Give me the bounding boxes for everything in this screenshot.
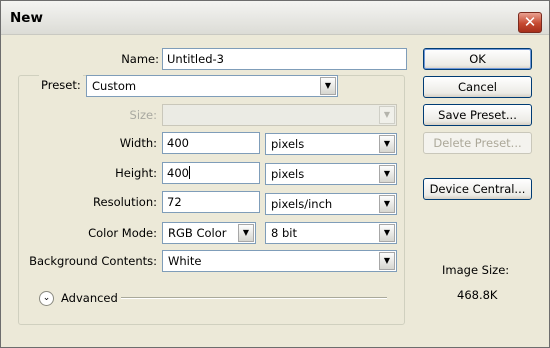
- preset-select[interactable]: Custom ▼: [86, 75, 338, 97]
- chevron-down-icon: ▼: [379, 224, 395, 242]
- height-unit-select[interactable]: pixels ▼: [265, 163, 397, 185]
- color-mode-label: Color Mode:: [88, 226, 157, 240]
- text-caret: [188, 166, 190, 179]
- chevron-down-icon: ▼: [379, 135, 395, 153]
- title-bar[interactable]: New ✕: [1, 1, 549, 35]
- height-input-value: 400: [167, 166, 189, 180]
- chevron-down-icon: ▼: [379, 252, 395, 270]
- delete-preset-button: Delete Preset...: [423, 132, 532, 154]
- advanced-toggle[interactable]: Advanced: [61, 289, 118, 307]
- chevron-down-icon: ▼: [379, 106, 395, 124]
- name-label: Name:: [121, 52, 159, 66]
- save-preset-button[interactable]: Save Preset...: [423, 104, 532, 126]
- chevron-down-icon: ▼: [379, 165, 395, 183]
- chevron-down-icon: ▼: [379, 195, 395, 213]
- double-chevron-down-icon[interactable]: ⌄: [39, 291, 54, 306]
- size-label: Size:: [129, 108, 157, 122]
- bit-depth-value: 8 bit: [271, 226, 297, 240]
- chevron-down-icon: ▼: [320, 77, 336, 95]
- close-icon: ✕: [523, 13, 537, 31]
- preset-label: Preset:: [41, 78, 81, 92]
- height-input[interactable]: 400: [162, 162, 260, 184]
- bit-depth-select[interactable]: 8 bit ▼: [265, 222, 397, 244]
- width-label: Width:: [119, 136, 157, 150]
- resolution-unit-value: pixels/inch: [271, 197, 333, 211]
- preset-label-wrap: Preset:: [39, 74, 83, 96]
- device-central-button[interactable]: Device Central...: [423, 178, 532, 200]
- chevron-down-icon: ▼: [238, 224, 254, 242]
- ok-button[interactable]: OK: [423, 48, 532, 70]
- height-unit-value: pixels: [271, 167, 305, 181]
- image-size-value: 468.8K: [457, 288, 498, 302]
- preset-select-value: Custom: [92, 79, 137, 93]
- resolution-unit-select[interactable]: pixels/inch ▼: [265, 193, 397, 215]
- new-document-dialog: New ✕ Name: Untitled-3 Preset: Custom ▼ …: [0, 0, 550, 348]
- size-select: ▼: [162, 104, 397, 126]
- name-input[interactable]: Untitled-3: [162, 48, 407, 70]
- cancel-button[interactable]: Cancel: [423, 76, 532, 98]
- close-button[interactable]: ✕: [518, 12, 542, 33]
- color-mode-value: RGB Color: [168, 226, 227, 240]
- background-contents-value: White: [168, 254, 202, 268]
- width-unit-select[interactable]: pixels ▼: [265, 133, 397, 155]
- width-input[interactable]: 400: [162, 132, 260, 154]
- color-mode-select[interactable]: RGB Color ▼: [162, 222, 256, 244]
- background-contents-label: Background Contents:: [29, 254, 157, 268]
- image-size-label: Image Size:: [442, 263, 510, 277]
- resolution-label: Resolution:: [93, 195, 157, 209]
- resolution-input[interactable]: 72: [162, 191, 260, 213]
- background-contents-select[interactable]: White ▼: [162, 250, 397, 272]
- advanced-divider: [121, 297, 387, 299]
- height-label: Height:: [115, 166, 157, 180]
- dialog-title: New: [10, 10, 43, 26]
- width-unit-value: pixels: [271, 137, 305, 151]
